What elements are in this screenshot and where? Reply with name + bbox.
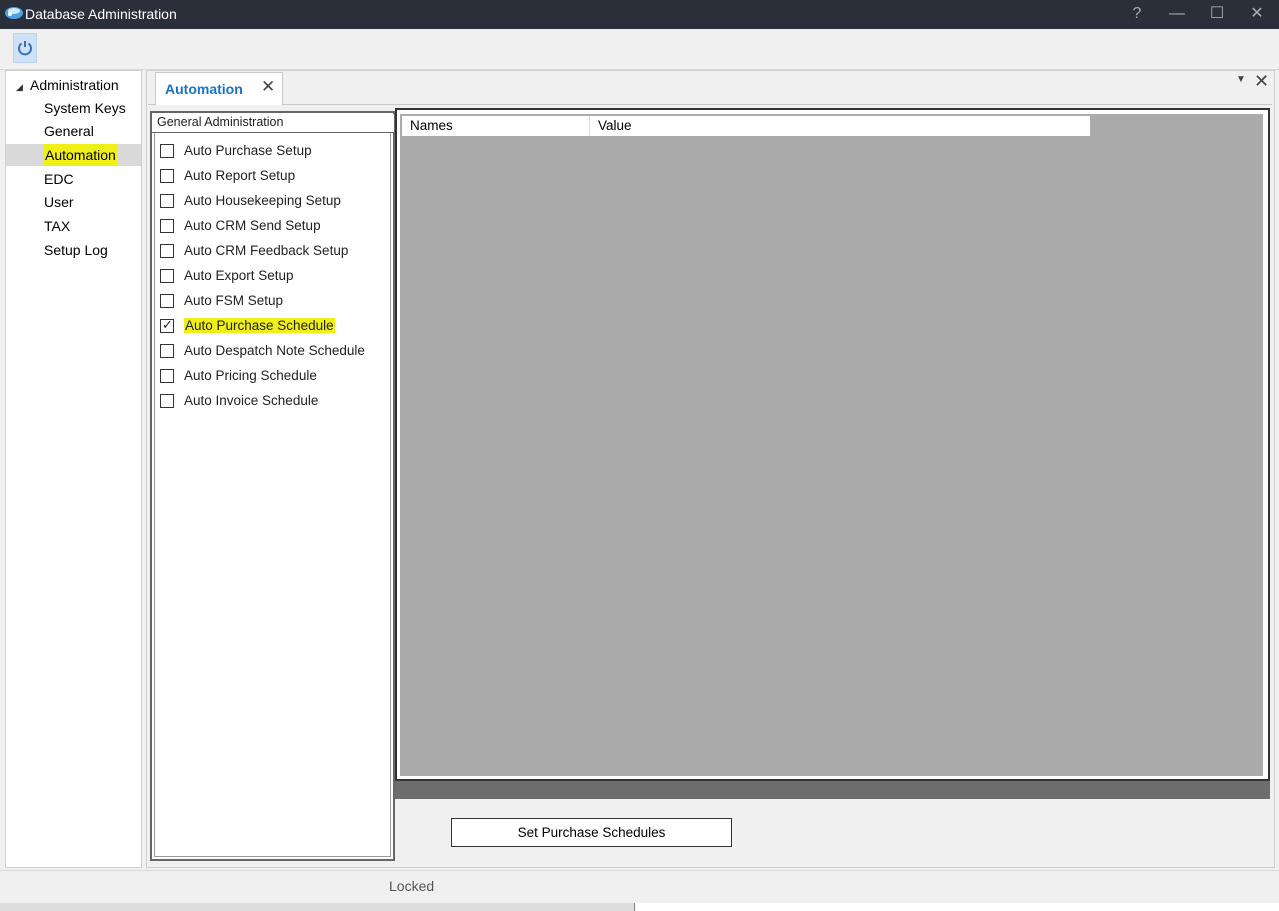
minimize-button[interactable]: — (1162, 3, 1192, 25)
checkbox-label: Auto Invoice Schedule (184, 393, 319, 408)
nav-item-system-keys[interactable]: System Keys (44, 97, 126, 119)
database-icon (4, 5, 24, 21)
set-purchase-schedules-button[interactable]: Set Purchase Schedules (451, 818, 732, 847)
nav-root-label: Administration (30, 77, 119, 93)
title-bar: Database Administration ? — ☐ ✕ (0, 0, 1279, 29)
checkbox-label: Auto CRM Send Setup (184, 218, 321, 233)
bottom-strip-right (636, 903, 1279, 911)
checkbox[interactable] (160, 219, 174, 233)
checkbox[interactable] (160, 369, 174, 383)
tab-close-icon[interactable]: ✕ (261, 77, 275, 97)
grid-horizontal-scrollbar[interactable] (395, 781, 1270, 799)
nav-item-label: Automation (44, 144, 117, 166)
checkbox[interactable] (160, 344, 174, 358)
panel-close-icon[interactable]: ✕ (1254, 71, 1269, 92)
checkbox[interactable] (160, 144, 174, 158)
nav-item-tax[interactable]: TAX (44, 215, 70, 237)
power-button[interactable] (13, 33, 37, 63)
close-button[interactable]: ✕ (1242, 3, 1272, 25)
checkbox-label: Auto FSM Setup (184, 293, 284, 308)
bottom-strip-left (0, 903, 635, 911)
checkbox[interactable] (160, 294, 174, 308)
nav-item-general[interactable]: General (44, 120, 94, 142)
checkbox-checked[interactable] (160, 317, 174, 333)
checkbox-label: Auto CRM Feedback Setup (184, 243, 349, 258)
checkbox[interactable] (160, 194, 174, 208)
column-header-value[interactable]: Value (590, 116, 1090, 136)
nav-item-edc[interactable]: EDC (44, 168, 74, 190)
schedule-grid[interactable] (400, 114, 1263, 776)
help-button[interactable]: ? (1122, 3, 1152, 25)
status-bar: Locked (0, 870, 1279, 901)
checkbox-label: Auto Export Setup (184, 268, 294, 283)
checkbox-label: Auto Despatch Note Schedule (184, 343, 365, 358)
checkbox[interactable] (160, 244, 174, 258)
group-title: General Administration (152, 114, 394, 133)
nav-root-administration[interactable]: ◢ Administration (16, 77, 119, 93)
window-title: Database Administration (25, 6, 177, 22)
tab-label: Automation (165, 81, 243, 97)
tab-automation[interactable]: Automation ✕ (155, 72, 283, 105)
toolbar (0, 29, 1279, 70)
checkbox-label: Auto Report Setup (184, 168, 296, 183)
nav-item-user[interactable]: User (44, 191, 74, 213)
nav-item-automation[interactable]: Automation (6, 144, 141, 166)
column-header-names[interactable]: Names (402, 116, 590, 136)
checkbox-label: Auto Pricing Schedule (184, 368, 317, 383)
nav-item-setup-log[interactable]: Setup Log (44, 239, 108, 261)
checkbox[interactable] (160, 269, 174, 283)
checkbox-label: Auto Purchase Setup (184, 143, 312, 158)
expand-arrow-icon[interactable]: ◢ (16, 82, 30, 93)
grid-header: Names Value (402, 116, 1090, 136)
status-text: Locked (389, 878, 435, 894)
power-icon (18, 41, 32, 56)
panel-menu-icon[interactable]: ▼ (1236, 74, 1246, 85)
checkbox[interactable] (160, 394, 174, 408)
maximize-button[interactable]: ☐ (1202, 3, 1232, 25)
checkbox-label: Auto Housekeeping Setup (184, 193, 341, 208)
checkbox[interactable] (160, 169, 174, 183)
checkbox-label: Auto Purchase Schedule (184, 318, 335, 333)
admin-nav-tree: ◢ Administration System Keys General Auto… (5, 70, 142, 868)
